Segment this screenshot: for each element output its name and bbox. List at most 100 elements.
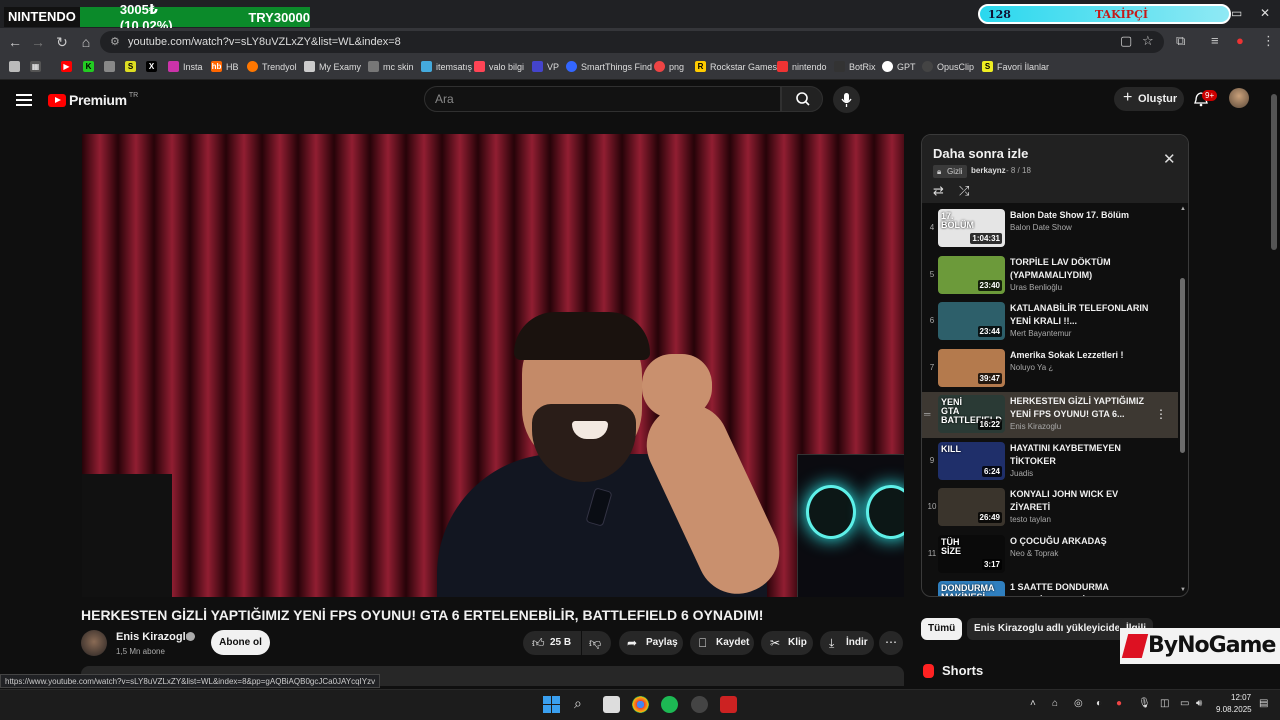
notification-center-icon[interactable]: ▤ [1259,698,1268,709]
bookmark-trendyol[interactable]: Trendyol [247,61,297,72]
extensions-icon[interactable]: ⧉ [1176,33,1185,49]
video-thumbnail[interactable]: YENİ GTA BATTLEFIELD 16:22 [938,395,1005,433]
bookmark-vp[interactable]: VP [532,61,559,72]
windows-start-icon[interactable] [543,696,560,713]
browser-menu-icon[interactable]: ⋮ [1262,33,1275,49]
tray-app-icon[interactable]: ◎ [1074,698,1083,709]
download-button[interactable]: ⤓ İndir [820,631,874,655]
channel-avatar[interactable] [81,630,107,656]
volume-icon[interactable]: 🔊︎ [1196,698,1202,709]
bookmark-favori-ilanlar[interactable]: S Favori İlanlar [982,61,1049,72]
playlist-item[interactable]: 10 26:49 KONYALI JOHN WICK EV ZİYARETİ test… [922,485,1178,531]
video-player[interactable] [82,134,904,597]
reload-icon[interactable]: ↻ [53,33,71,51]
bookmark-valo[interactable]: valo bilgi [474,61,524,72]
subscribe-button[interactable]: Abone ol [211,630,270,655]
share-button[interactable]: ➦ Paylaş [619,631,683,655]
playlist-item[interactable]: 4 17. BÖLÜM 1:04:31 Balon Date Show 17. Böl… [922,206,1178,252]
search-taskbar-icon[interactable]: ⌕ [574,695,582,712]
playlist-item[interactable]: 11 TÜH SİZE 3:17 O ÇOCUĞU ARKADAŞ Neo & Topr… [922,532,1178,578]
video-thumbnail[interactable]: 17. BÖLÜM 1:04:31 [938,209,1005,247]
scroll-up-icon[interactable]: ▲ [1180,206,1186,212]
page-scrollbar[interactable] [1271,94,1277,250]
network-icon[interactable]: ▭ [1180,698,1189,709]
grid-icon[interactable]: ▦ [30,61,41,72]
x-bookmark-icon[interactable]: X [146,61,157,72]
voice-search-button[interactable] [833,86,860,113]
bookmark-star-icon[interactable]: ☆ [1142,33,1154,49]
bookmark-botrix[interactable]: BotRix [834,61,876,72]
like-button[interactable]: 👍︎ 25 B [523,631,581,655]
tray-app-icon[interactable]: ● [1116,698,1122,709]
bookmark-icon[interactable] [104,61,115,72]
playlist-title[interactable]: Daha sonra izle [933,146,1028,161]
bookmark-insta[interactable]: Insta [168,61,203,72]
close-window-icon[interactable]: ✕ [1260,6,1270,20]
tray-chevron-icon[interactable]: ˄ [1030,698,1036,709]
video-title[interactable]: HAYATINI KAYBETMEYEN TİKTOKER [1010,442,1150,468]
clip-button[interactable]: ✂ Klip [761,631,813,655]
more-actions-icon[interactable]: ⋯ [879,631,903,655]
bookmark-mcskin[interactable]: mc skin [368,61,414,72]
bookmark-gpt[interactable]: GPT [882,61,916,72]
cast-icon[interactable]: ▢ [1120,33,1132,49]
home-icon[interactable]: ⌂ [77,33,95,51]
chip-all[interactable]: Tümü [921,618,963,640]
chip-uploader[interactable]: Enis Kirazoglu adlı yükleyiciden [967,618,1134,640]
site-info-icon[interactable]: ⚙ [110,31,120,53]
video-title[interactable]: KATLANABİLİR TELEFONLARIN YENİ KRALI !!.… [1010,302,1150,328]
playlist-item[interactable]: 6 23:44 KATLANABİLİR TELEFONLARIN YENİ KRA… [922,299,1178,345]
video-title[interactable]: TORPİLE LAV DÖKTÜM (YAPMAMALIYDIM) [1010,256,1150,282]
bookmark-png[interactable]: png [654,61,684,72]
video-title[interactable]: Balon Date Show 17. Bölüm [1010,209,1150,222]
search-button[interactable] [781,86,823,112]
restore-icon[interactable]: ▭ [1231,6,1242,20]
video-title[interactable]: 1 SAATTE DONDURMA YAPABİLEN HARİKA... [1010,581,1150,596]
drag-handle-icon[interactable]: ═ [924,409,930,419]
profile-icon[interactable]: ● [1236,33,1244,48]
playlist-item[interactable]: 5 23:40 TORPİLE LAV DÖKTÜM (YAPMAMALIYDIM)… [922,253,1178,299]
search-input[interactable]: Ara [424,86,781,112]
address-bar[interactable]: ⚙ youtube.com/watch?v=sLY8uVZLxZY&list=W… [100,31,1164,53]
bookmark-rockstar[interactable]: R Rockstar Games [695,61,777,72]
chrome-icon[interactable] [632,696,649,713]
forward-icon[interactable]: → [29,33,47,51]
app-icon[interactable] [691,696,708,713]
kick-bookmark-icon[interactable]: K [83,61,94,72]
video-thumbnail[interactable]: 39:47 [938,348,1005,387]
bookmark-nintendo[interactable]: nintendo [777,61,827,72]
playlist-item-current[interactable]: ═ YENİ GTA BATTLEFIELD 16:22 HERKESTEN GİZL… [922,392,1178,438]
bookmark-smartthings[interactable]: SmartThings Find [566,61,652,72]
video-thumbnail[interactable]: KILL 6:24 [938,441,1005,480]
video-title[interactable]: O ÇOCUĞU ARKADAŞ [1010,535,1150,548]
loop-icon[interactable]: ⇄ [933,183,944,199]
microphone-tray-icon[interactable]: 🎙︎ [1138,698,1151,709]
save-button[interactable]: ⎕ Kaydet [690,631,754,655]
video-thumbnail[interactable]: 26:49 [938,488,1005,526]
video-thumbnail[interactable]: 23:44 [938,302,1005,340]
video-thumbnail[interactable]: TÜH SİZE 3:17 [938,534,1005,573]
playlist-scrollbar[interactable] [1180,278,1185,453]
youtube-bookmark-icon[interactable]: ▶ [61,61,72,72]
close-icon[interactable]: ✕ [1163,150,1176,168]
playlist-item[interactable]: 9 KILL 6:24 HAYATINI KAYBETMEYEN TİKTOKER Ju… [922,439,1178,485]
playlist-item[interactable]: 7 39:47 Amerika Sokak Lezzetleri ! Noluyo Y… [922,346,1178,392]
more-options-icon[interactable]: ⋮ [1155,407,1167,421]
video-title[interactable]: HERKESTEN GİZLİ YAPTIĞIMIZ YENİ FPS OYUN… [1010,395,1150,421]
bookmark-itemsatis[interactable]: itemsatış [421,61,472,72]
tray-app-icon[interactable]: ◐ [1096,698,1102,709]
youtube-logo[interactable]: Premium TR [48,92,138,108]
video-title[interactable]: Amerika Sokak Lezzetleri ! [1010,349,1150,362]
dislike-button[interactable]: 👎︎ [582,631,611,655]
scroll-down-icon[interactable]: ▼ [1180,587,1186,593]
shuffle-icon[interactable]: ⤮ [959,183,969,199]
playlist-owner[interactable]: berkaynz [971,166,1006,175]
bookmark-hb[interactable]: hb HB [211,61,239,72]
create-button[interactable]: + Oluştur [1114,87,1184,111]
bookmark-myexamy[interactable]: My Examy [304,61,361,72]
tray-app-icon[interactable]: ◫ [1160,698,1169,709]
s-bookmark-icon[interactable]: S [125,61,136,72]
video-thumbnail[interactable]: 23:40 [938,255,1005,294]
tray-app-icon[interactable]: ⌂ [1052,698,1058,709]
menu-icon[interactable] [16,91,32,107]
